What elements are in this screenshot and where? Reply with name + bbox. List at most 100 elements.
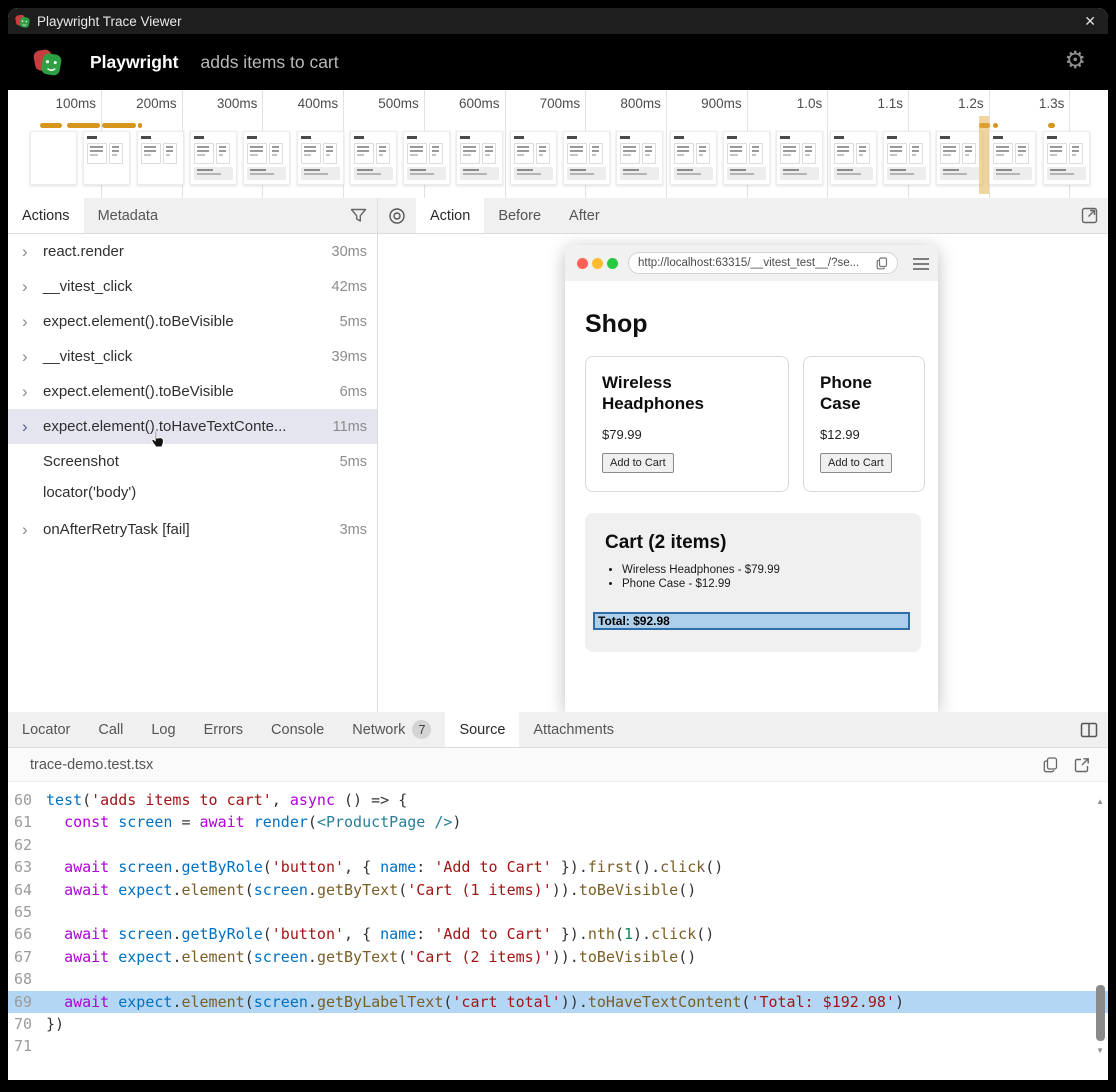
timeline-tick-label: 900ms	[670, 96, 742, 111]
code-line: 70})	[8, 1013, 1108, 1035]
source-code: 60test('adds items to cart', async () =>…	[8, 782, 1108, 1058]
product-price: $79.99	[602, 427, 772, 442]
timeline-action-duration-bar	[40, 123, 62, 128]
film-thumbnail[interactable]	[883, 131, 930, 185]
action-name: expect.element().toBeVisible	[43, 313, 234, 330]
tab-label: Locator	[22, 722, 70, 738]
tab-after[interactable]: After	[555, 198, 614, 233]
action-name: react.render	[43, 243, 124, 260]
action-duration: 11ms	[333, 419, 367, 435]
line-number: 62	[8, 834, 46, 856]
open-external-icon[interactable]	[1074, 757, 1090, 773]
tab-locator[interactable]: Locator	[8, 712, 84, 747]
tab-before[interactable]: Before	[484, 198, 555, 233]
film-thumbnail[interactable]	[403, 131, 450, 185]
film-thumbnail[interactable]	[83, 131, 130, 185]
copy-url-icon[interactable]	[876, 257, 888, 270]
film-thumbnail[interactable]	[456, 131, 503, 185]
tab-errors[interactable]: Errors	[190, 712, 257, 747]
traffic-light-maximize	[607, 258, 618, 269]
target-locate-icon[interactable]	[378, 198, 416, 233]
network-count-badge: 7	[412, 720, 431, 739]
source-header: trace-demo.test.tsx	[8, 748, 1108, 782]
code-line: 65	[8, 901, 1108, 923]
line-number: 65	[8, 901, 46, 923]
action-row[interactable]: ›__vitest_click42ms	[8, 269, 377, 304]
film-thumbnail[interactable]	[723, 131, 770, 185]
browser-toolbar: http://localhost:63315/__vitest_test__/?…	[565, 245, 938, 281]
tab-source[interactable]: Source	[445, 712, 519, 747]
trace-viewer-window: Playwright Trace Viewer ✕ Playwright add…	[8, 8, 1108, 1080]
line-content: await expect.element(screen.getByText('C…	[46, 879, 696, 901]
line-number: 71	[8, 1035, 46, 1057]
film-thumbnail[interactable]	[243, 131, 290, 185]
tab-label: Attachments	[533, 722, 614, 738]
line-number: 63	[8, 856, 46, 878]
action-row[interactable]: ›expect.element().toBeVisible6ms	[8, 374, 377, 409]
action-row[interactable]: ›expect.element().toHaveTextConte...11ms	[8, 409, 377, 444]
film-thumbnail[interactable]	[776, 131, 823, 185]
film-thumbnail[interactable]	[616, 131, 663, 185]
line-content: })	[46, 1013, 64, 1035]
film-thumbnail[interactable]	[563, 131, 610, 185]
action-name: Screenshot	[43, 453, 119, 470]
add-to-cart-button[interactable]: Add to Cart	[602, 453, 674, 473]
cart-title: Cart (2 items)	[585, 513, 921, 554]
scroll-up-arrow[interactable]: ▲	[1096, 797, 1104, 806]
cart-item: Phone Case - $12.99	[622, 578, 921, 590]
line-content: await screen.getByRole('button', { name:…	[46, 923, 714, 945]
film-thumbnail[interactable]	[297, 131, 344, 185]
action-row[interactable]: ›expect.element().toBeVisible5ms	[8, 304, 377, 339]
film-thumbnail[interactable]	[989, 131, 1036, 185]
action-duration: 5ms	[340, 454, 367, 470]
scroll-down-arrow[interactable]: ▼	[1096, 1046, 1104, 1055]
tab-call[interactable]: Call	[84, 712, 137, 747]
action-row[interactable]: ›react.render30ms	[8, 234, 377, 269]
playwright-masks-icon	[14, 13, 31, 30]
line-number: 67	[8, 946, 46, 968]
tab-metadata[interactable]: Metadata	[84, 198, 172, 233]
tab-action[interactable]: Action	[416, 198, 484, 233]
film-thumbnail[interactable]	[830, 131, 877, 185]
tab-console[interactable]: Console	[257, 712, 338, 747]
cart-items: Wireless Headphones - $79.99 Phone Case -…	[585, 564, 921, 590]
film-thumbnail[interactable]	[190, 131, 237, 185]
test-title: adds items to cart	[201, 52, 339, 73]
action-duration: 3ms	[340, 522, 367, 538]
popout-snapshot-button[interactable]	[1071, 198, 1108, 233]
titlebar: Playwright Trace Viewer ✕	[8, 8, 1108, 34]
split-view-toggle[interactable]	[1070, 712, 1108, 747]
film-thumbnail[interactable]	[670, 131, 717, 185]
film-thumbnail[interactable]	[350, 131, 397, 185]
cart-item: Wireless Headphones - $79.99	[622, 564, 921, 576]
action-row[interactable]: ›onAfterRetryTask [fail]3ms	[8, 512, 377, 547]
tab-log[interactable]: Log	[137, 712, 189, 747]
film-thumbnail[interactable]	[510, 131, 557, 185]
chevron-right-icon: ›	[22, 348, 43, 365]
cart-total-highlighted: Total: $92.98	[593, 612, 910, 630]
titlebar-title: Playwright Trace Viewer	[37, 14, 182, 29]
line-number: 70	[8, 1013, 46, 1035]
copy-source-icon[interactable]	[1043, 757, 1058, 773]
film-thumbnail[interactable]	[137, 131, 184, 185]
timeline[interactable]: 100ms200ms300ms400ms500ms600ms700ms800ms…	[8, 90, 1108, 198]
code-line: 62	[8, 834, 1108, 856]
code-line: 61 const screen = await render(<ProductP…	[8, 811, 1108, 833]
film-thumbnail[interactable]	[1043, 131, 1090, 185]
settings-gear-icon[interactable]: ⚙	[1064, 48, 1086, 72]
snapshot-area: http://localhost:63315/__vitest_test__/?…	[378, 234, 1108, 712]
film-thumbnail[interactable]	[30, 131, 77, 185]
film-thumbnail[interactable]	[936, 131, 983, 185]
close-button[interactable]: ✕	[1084, 13, 1096, 30]
action-row[interactable]: ›Screenshot5ms	[8, 444, 377, 479]
tab-actions[interactable]: Actions	[8, 198, 84, 233]
code-line: 67 await expect.element(screen.getByText…	[8, 946, 1108, 968]
vertical-scroll-thumb[interactable]	[1096, 985, 1105, 1041]
product-name: Wireless Headphones	[602, 372, 772, 414]
add-to-cart-button[interactable]: Add to Cart	[820, 453, 892, 473]
filter-button[interactable]	[340, 198, 377, 233]
tab-network[interactable]: Network7	[338, 712, 445, 747]
action-row[interactable]: ›__vitest_click39ms	[8, 339, 377, 374]
tab-attachments[interactable]: Attachments	[519, 712, 628, 747]
snapshot-panel: ActionBeforeAfter http://localhost:63315…	[378, 198, 1108, 712]
